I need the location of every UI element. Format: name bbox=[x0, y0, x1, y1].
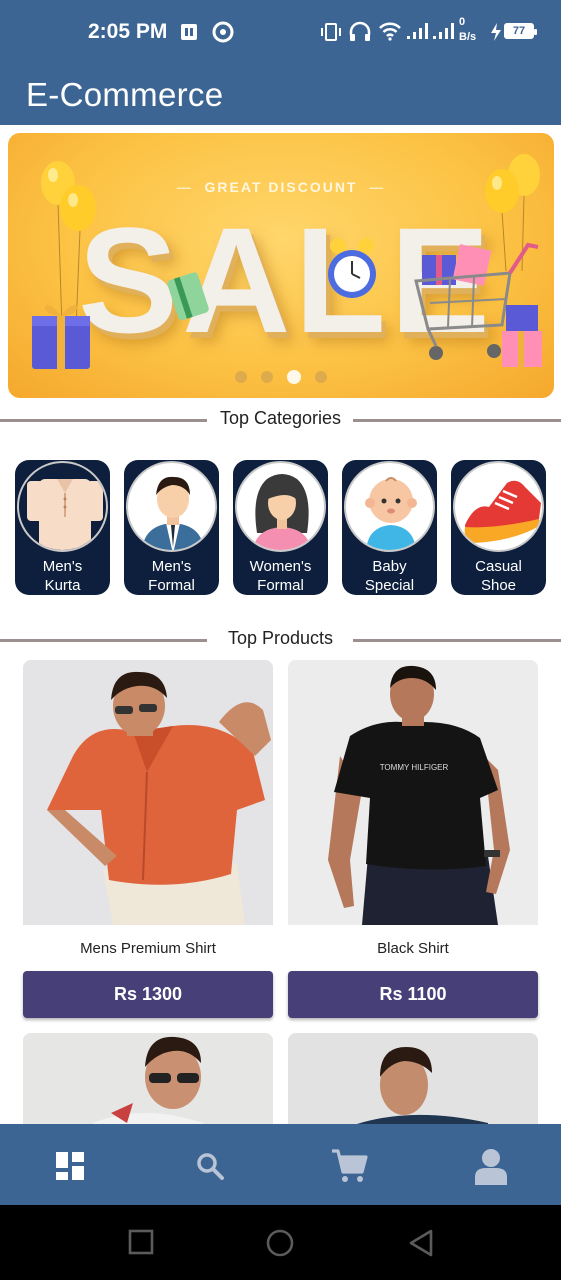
dashboard-icon[interactable] bbox=[50, 1146, 90, 1186]
signal-icon-2 bbox=[432, 22, 456, 45]
wifi-icon bbox=[378, 21, 402, 46]
cart-icon[interactable] bbox=[330, 1146, 370, 1186]
category-mens-kurta[interactable]: Men's Kurta bbox=[15, 460, 110, 595]
baby-avatar-icon bbox=[344, 461, 435, 552]
carousel-indicator[interactable] bbox=[8, 370, 554, 384]
promo-banner[interactable]: — GREAT DISCOUNT — SALE bbox=[8, 133, 554, 398]
categories-heading-row: Top Categories bbox=[0, 408, 561, 432]
category-mens-formal[interactable]: Men's Formal bbox=[124, 460, 219, 595]
bottom-navigation bbox=[0, 1124, 561, 1205]
category-label: Men's Formal bbox=[148, 558, 195, 594]
category-label: Casual Shoe bbox=[475, 558, 522, 594]
charging-icon bbox=[490, 23, 502, 46]
svg-text:TOMMY HILFIGER: TOMMY HILFIGER bbox=[380, 763, 449, 772]
category-list: Men's Kurta Men's Formal Women's Formal … bbox=[15, 460, 547, 596]
kurta-icon bbox=[17, 461, 108, 552]
divider bbox=[353, 419, 561, 422]
signal-icon bbox=[406, 22, 430, 45]
app-bar: E-Commerce bbox=[0, 62, 561, 125]
net-speed-value: 0 bbox=[459, 16, 466, 28]
shopping-cart-gifts-icon bbox=[414, 242, 542, 367]
product-image[interactable] bbox=[23, 660, 273, 925]
back-icon[interactable] bbox=[408, 1229, 434, 1262]
system-navigation-bar bbox=[0, 1205, 561, 1280]
carousel-dot[interactable] bbox=[261, 371, 273, 383]
credit-card-icon bbox=[167, 272, 209, 321]
category-label: Women's Formal bbox=[249, 558, 312, 594]
product-price-button[interactable]: Rs 1100 bbox=[288, 971, 538, 1018]
search-icon[interactable] bbox=[190, 1146, 230, 1186]
product-price-button[interactable]: Rs 1300 bbox=[23, 971, 273, 1018]
status-time: 2:05 PM bbox=[88, 20, 168, 43]
category-baby-special[interactable]: Baby Special bbox=[342, 460, 437, 595]
divider bbox=[353, 639, 561, 642]
net-speed-unit: B/s bbox=[459, 31, 477, 43]
home-icon[interactable] bbox=[266, 1229, 294, 1262]
status-bar: 2:05 PM 0 B/s 77 bbox=[0, 0, 561, 62]
carousel-dot[interactable] bbox=[235, 371, 247, 383]
category-womens-formal[interactable]: Women's Formal bbox=[233, 460, 328, 595]
category-casual-shoe[interactable]: Casual Shoe bbox=[451, 460, 546, 595]
product-card[interactable] bbox=[23, 1033, 273, 1124]
product-name: Mens Premium Shirt bbox=[80, 940, 216, 957]
product-image[interactable] bbox=[288, 1033, 538, 1124]
product-card[interactable]: Mens Premium Shirt Rs 1300 bbox=[23, 660, 273, 1020]
woman-avatar-icon bbox=[235, 461, 326, 552]
shoe-icon bbox=[453, 461, 544, 552]
man-avatar-icon bbox=[126, 461, 217, 552]
product-image[interactable] bbox=[23, 1033, 273, 1124]
profile-icon[interactable] bbox=[471, 1146, 511, 1186]
vpn-icon bbox=[212, 21, 234, 48]
product-name: Black Shirt bbox=[377, 940, 449, 957]
alarm-clock-icon bbox=[328, 238, 376, 298]
headphones-icon bbox=[348, 21, 372, 48]
carousel-dot[interactable] bbox=[315, 371, 327, 383]
product-card[interactable]: TOMMY HILFIGER Black Shirt Rs 1100 bbox=[288, 660, 538, 1020]
category-label: Men's Kurta bbox=[42, 558, 83, 594]
gift-box-icon bbox=[32, 305, 90, 369]
battery-level: 77 bbox=[504, 23, 537, 39]
products-heading-row: Top Products bbox=[0, 628, 561, 652]
vibrate-icon bbox=[320, 22, 342, 47]
product-image[interactable]: TOMMY HILFIGER bbox=[288, 660, 538, 925]
carousel-dot-active[interactable] bbox=[287, 370, 301, 384]
recent-apps-icon[interactable] bbox=[128, 1229, 154, 1260]
app-title: E-Commerce bbox=[26, 76, 224, 113]
product-card[interactable] bbox=[288, 1033, 538, 1124]
category-label: Baby Special bbox=[364, 558, 415, 594]
notification-icon bbox=[180, 22, 200, 47]
